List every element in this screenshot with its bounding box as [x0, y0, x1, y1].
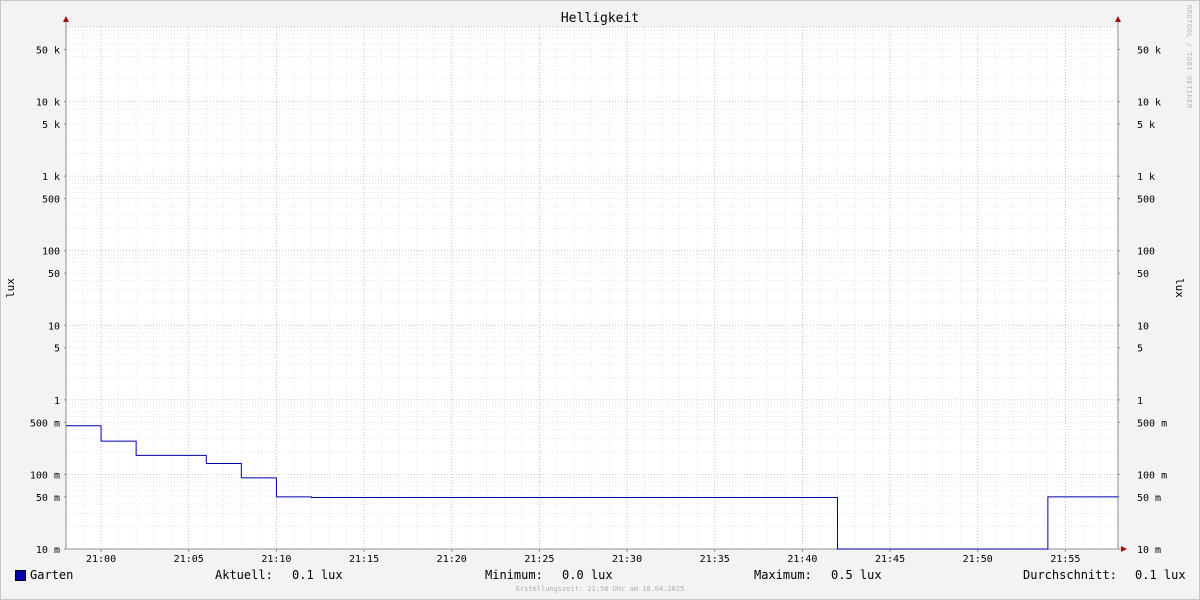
y-axis-label-left: lux — [4, 278, 17, 298]
legend-current-value: 0.1 lux — [292, 568, 343, 582]
legend-min-label: Minimum: — [485, 568, 543, 582]
y-axis-arrow-right — [1115, 16, 1121, 22]
x-tick-label: 21:05 — [174, 554, 204, 565]
y-tick-label-left: 10 — [48, 321, 60, 332]
y-tick-label-left: 1 k — [42, 172, 60, 183]
y-ticks-left: 50 k 10 k 5 k 1 k 500 100 50 10 5 1 500 m 100 m 50 m… — [30, 45, 66, 556]
y-tick-label-left: 50 — [48, 269, 60, 280]
y-tick-label-left: 10 m — [36, 545, 60, 556]
x-tick-label: 21:45 — [875, 554, 905, 565]
y-axis-arrow-left — [63, 16, 69, 22]
y-tick-label-right: 50 k — [1137, 45, 1161, 56]
x-tick-label: 21:50 — [963, 554, 993, 565]
y-tick-label-left: 500 — [42, 195, 60, 206]
x-tick-label: 21:30 — [612, 554, 642, 565]
x-tick-label: 21:00 — [86, 554, 116, 565]
y-ticks-right: 50 k 10 k 5 k 1 k 500 100 50 10 5 1 500 m 100 m 50 m… — [1118, 45, 1167, 556]
y-tick-label-left: 100 — [42, 247, 60, 258]
y-tick-label-right: 10 — [1137, 321, 1149, 332]
y-tick-label-left: 1 — [54, 396, 60, 407]
y-tick-label-left: 5 — [54, 344, 60, 355]
y-tick-label-right: 1 k — [1137, 172, 1155, 183]
y-tick-label-right: 50 m — [1137, 493, 1161, 504]
legend-current-label: Aktuell: — [215, 568, 273, 582]
y-tick-label-left: 10 k — [36, 98, 60, 109]
y-tick-label-right: 500 m — [1137, 418, 1167, 429]
y-axis-label-right: lux — [1173, 278, 1186, 298]
legend-avg-label: Durchschnitt: — [1023, 568, 1117, 582]
x-tick-label: 21:10 — [261, 554, 291, 565]
x-tick-label: 21:15 — [349, 554, 379, 565]
legend-max-value: 0.5 lux — [831, 568, 882, 582]
x-axis-arrow — [1121, 546, 1127, 552]
legend-max-label: Maximum: — [754, 568, 812, 582]
y-tick-label-right: 500 — [1137, 195, 1155, 206]
y-tick-label-right: 5 k — [1137, 120, 1155, 131]
legend-avg-value: 0.1 lux — [1135, 568, 1186, 582]
y-tick-label-right: 1 — [1137, 396, 1143, 407]
y-tick-label-right: 10 k — [1137, 98, 1161, 109]
x-tick-label: 21:20 — [437, 554, 467, 565]
y-tick-label-left: 5 k — [42, 120, 60, 131]
x-tick-label: 21:55 — [1050, 554, 1080, 565]
y-tick-label-right: 10 m — [1137, 545, 1161, 556]
legend-series-name: Garten — [30, 568, 74, 582]
y-tick-label-left: 50 k — [36, 45, 60, 56]
y-tick-label-right: 5 — [1137, 344, 1143, 355]
x-tick-label: 21:40 — [787, 554, 817, 565]
footer-timestamp: Erstellungszeit: 21:58 Uhr am 18.04.2025 — [515, 585, 685, 593]
x-tick-label: 21:25 — [524, 554, 554, 565]
legend-swatch — [15, 570, 26, 581]
y-tick-label-left: 500 m — [30, 418, 60, 429]
y-tick-label-right: 100 — [1137, 247, 1155, 258]
y-tick-label-right: 100 m — [1137, 470, 1167, 481]
chart-plot: 50 k 10 k 5 k 1 k 500 100 50 10 5 1 500 m 100 m 50 m… — [4, 16, 1186, 565]
x-tick-label: 21:35 — [700, 554, 730, 565]
legend-min-value: 0.0 lux — [562, 568, 613, 582]
y-tick-label-left: 50 m — [36, 493, 60, 504]
y-tick-label-right: 50 — [1137, 269, 1149, 280]
x-ticks: 21:00 21:05 21:10 21:15 21:20 21:25 21:30 21:35… — [86, 549, 1080, 565]
y-tick-label-left: 100 m — [30, 470, 60, 481]
